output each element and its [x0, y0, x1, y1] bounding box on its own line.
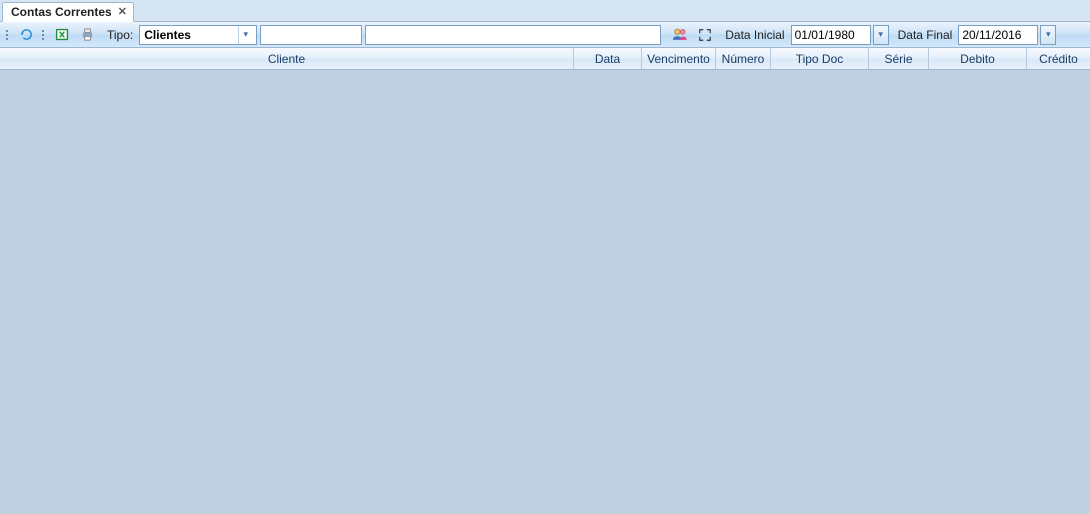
data-inicial-input[interactable] — [791, 25, 871, 45]
close-icon[interactable]: ✕ — [118, 7, 127, 18]
tipo-label: Tipo: — [101, 28, 136, 42]
export-excel-button[interactable] — [51, 24, 73, 46]
tab-strip: Contas Correntes ✕ — [0, 0, 1090, 22]
column-vencimento[interactable]: Vencimento — [642, 48, 716, 69]
toolbar-grip-2 — [40, 30, 46, 40]
tipo-dropdown-button[interactable]: ▾ — [238, 26, 252, 44]
column-credito[interactable]: Crédito — [1027, 48, 1090, 69]
tipo-combo[interactable]: ▾ — [139, 25, 257, 45]
refresh-icon — [19, 27, 34, 42]
expand-icon — [698, 28, 712, 42]
tipo-input[interactable] — [140, 26, 238, 44]
column-serie[interactable]: Série — [869, 48, 929, 69]
column-numero[interactable]: Número — [716, 48, 771, 69]
expand-button[interactable] — [694, 24, 716, 46]
data-inicial-dropdown[interactable]: ▾ — [873, 25, 889, 45]
tab-contas-correntes[interactable]: Contas Correntes ✕ — [2, 2, 134, 22]
data-inicial-label: Data Inicial — [719, 28, 787, 42]
data-final-label: Data Final — [892, 28, 956, 42]
column-cliente[interactable]: Cliente — [0, 48, 574, 69]
excel-icon — [55, 27, 70, 42]
column-data[interactable]: Data — [574, 48, 642, 69]
tab-title: Contas Correntes — [11, 5, 112, 19]
data-final-input[interactable] — [958, 25, 1038, 45]
users-button[interactable] — [669, 24, 691, 46]
column-tipo-doc[interactable]: Tipo Doc — [771, 48, 869, 69]
chevron-down-icon: ▾ — [878, 30, 883, 39]
toolbar: Tipo: ▾ Data Inicial ▾ Data Final ▾ — [0, 22, 1090, 48]
refresh-button[interactable] — [15, 24, 37, 46]
data-final-wrap: ▾ — [958, 25, 1056, 45]
name-input[interactable] — [366, 26, 660, 44]
column-debito[interactable]: Debito — [929, 48, 1027, 69]
print-button[interactable] — [76, 24, 98, 46]
chevron-down-icon: ▾ — [243, 30, 248, 39]
code-input-wrap[interactable] — [260, 25, 362, 45]
data-final-dropdown[interactable]: ▾ — [1040, 25, 1056, 45]
name-input-wrap[interactable] — [365, 25, 661, 45]
chevron-down-icon: ▾ — [1046, 30, 1051, 39]
code-input[interactable] — [261, 26, 361, 44]
toolbar-grip — [4, 30, 10, 40]
grid-body — [0, 70, 1090, 514]
grid-header: Cliente Data Vencimento Número Tipo Doc … — [0, 48, 1090, 70]
printer-icon — [80, 27, 95, 42]
users-icon — [672, 27, 688, 42]
data-inicial-wrap: ▾ — [791, 25, 889, 45]
